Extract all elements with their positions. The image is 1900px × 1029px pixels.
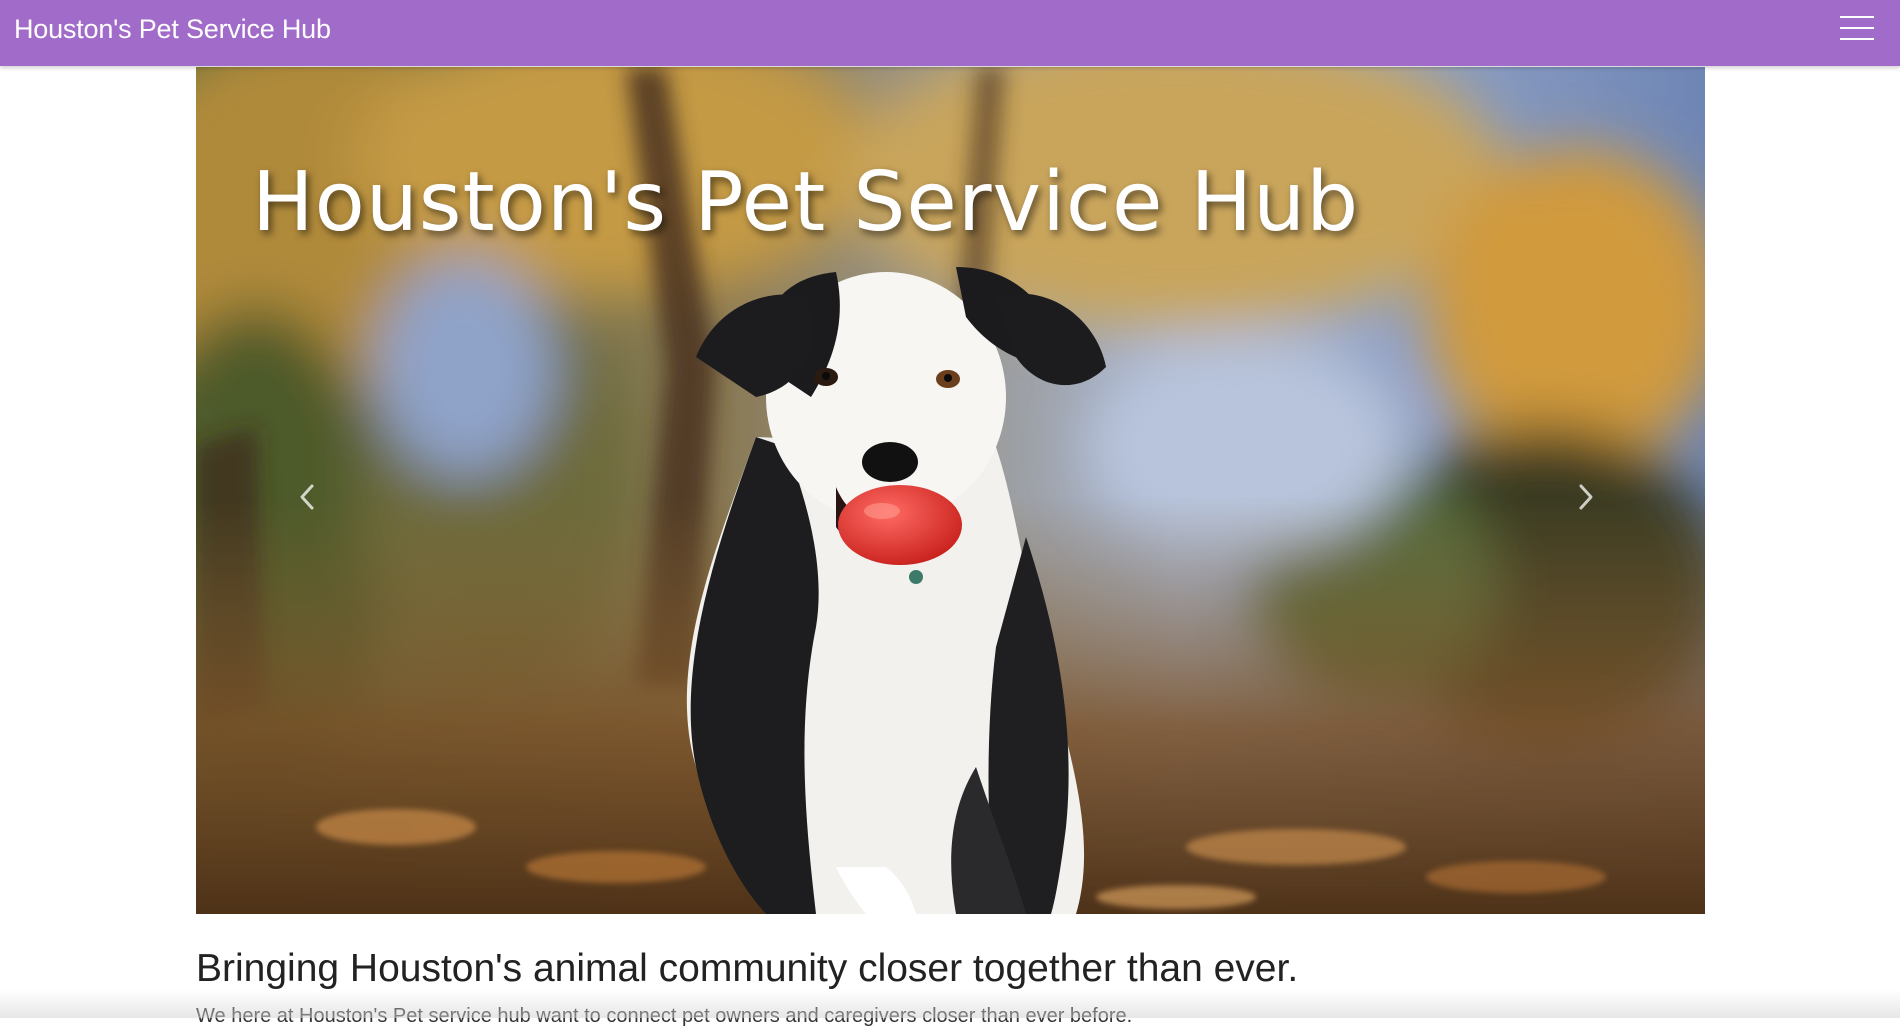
hamburger-menu-icon[interactable] — [1840, 14, 1874, 42]
hamburger-line — [1840, 38, 1874, 40]
chevron-right-icon — [1579, 484, 1593, 510]
slide-title: Houston's Pet Service Hub — [252, 155, 1360, 250]
page-tagline: Bringing Houston's animal community clos… — [196, 947, 1299, 990]
hamburger-line — [1840, 27, 1874, 29]
carousel-prev-button[interactable] — [266, 447, 356, 547]
chevron-left-icon — [300, 484, 314, 510]
hero-carousel: Houston's Pet Service Hub — [196, 67, 1705, 914]
top-navbar: Houston's Pet Service Hub — [0, 0, 1900, 66]
carousel-next-button[interactable] — [1545, 447, 1635, 547]
intro-paragraph: We here at Houston's Pet service hub wan… — [196, 1005, 1133, 1027]
hamburger-line — [1840, 16, 1874, 18]
brand-link[interactable]: Houston's Pet Service Hub — [14, 13, 331, 45]
